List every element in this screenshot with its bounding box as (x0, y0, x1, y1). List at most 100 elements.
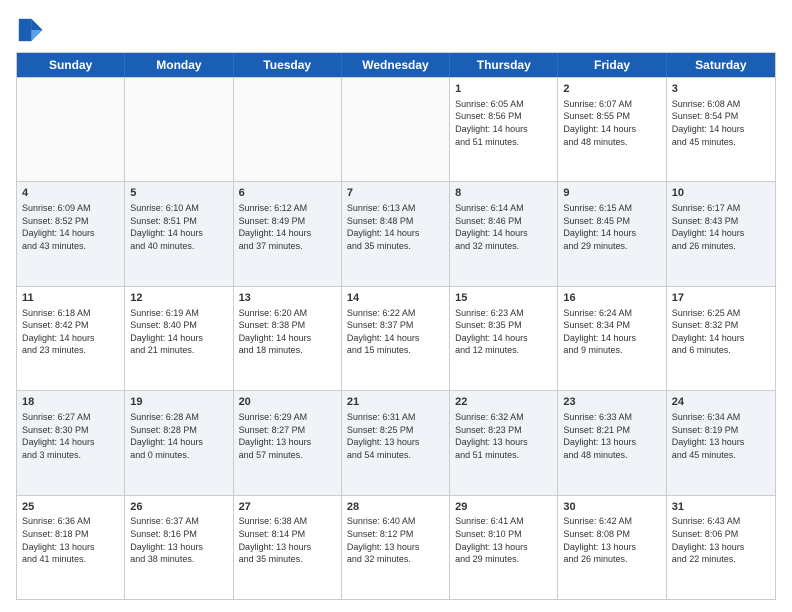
calendar-row-1: 4Sunrise: 6:09 AM Sunset: 8:52 PM Daylig… (17, 181, 775, 285)
day-number: 27 (239, 500, 336, 515)
day-info: Sunrise: 6:13 AM Sunset: 8:48 PM Dayligh… (347, 202, 444, 252)
day-number: 30 (563, 500, 660, 515)
calendar-cell: 1Sunrise: 6:05 AM Sunset: 8:56 PM Daylig… (450, 78, 558, 181)
calendar-cell: 19Sunrise: 6:28 AM Sunset: 8:28 PM Dayli… (125, 391, 233, 494)
day-number: 3 (672, 82, 770, 97)
header-day-wednesday: Wednesday (342, 53, 450, 77)
day-number: 25 (22, 500, 119, 515)
calendar-cell: 23Sunrise: 6:33 AM Sunset: 8:21 PM Dayli… (558, 391, 666, 494)
day-info: Sunrise: 6:10 AM Sunset: 8:51 PM Dayligh… (130, 202, 227, 252)
day-number: 12 (130, 291, 227, 306)
day-info: Sunrise: 6:17 AM Sunset: 8:43 PM Dayligh… (672, 202, 770, 252)
day-info: Sunrise: 6:43 AM Sunset: 8:06 PM Dayligh… (672, 515, 770, 565)
day-number: 4 (22, 186, 119, 201)
calendar-cell: 13Sunrise: 6:20 AM Sunset: 8:38 PM Dayli… (234, 287, 342, 390)
calendar-cell: 9Sunrise: 6:15 AM Sunset: 8:45 PM Daylig… (558, 182, 666, 285)
calendar-cell: 10Sunrise: 6:17 AM Sunset: 8:43 PM Dayli… (667, 182, 775, 285)
calendar-body: 1Sunrise: 6:05 AM Sunset: 8:56 PM Daylig… (17, 77, 775, 599)
day-number: 29 (455, 500, 552, 515)
day-number: 19 (130, 395, 227, 410)
header-day-saturday: Saturday (667, 53, 775, 77)
calendar-cell: 8Sunrise: 6:14 AM Sunset: 8:46 PM Daylig… (450, 182, 558, 285)
day-info: Sunrise: 6:25 AM Sunset: 8:32 PM Dayligh… (672, 307, 770, 357)
calendar-cell: 27Sunrise: 6:38 AM Sunset: 8:14 PM Dayli… (234, 496, 342, 599)
day-info: Sunrise: 6:23 AM Sunset: 8:35 PM Dayligh… (455, 307, 552, 357)
day-number: 2 (563, 82, 660, 97)
header-day-tuesday: Tuesday (234, 53, 342, 77)
day-info: Sunrise: 6:24 AM Sunset: 8:34 PM Dayligh… (563, 307, 660, 357)
day-info: Sunrise: 6:15 AM Sunset: 8:45 PM Dayligh… (563, 202, 660, 252)
day-number: 9 (563, 186, 660, 201)
day-number: 5 (130, 186, 227, 201)
day-number: 24 (672, 395, 770, 410)
calendar-cell (234, 78, 342, 181)
day-number: 18 (22, 395, 119, 410)
calendar-cell: 16Sunrise: 6:24 AM Sunset: 8:34 PM Dayli… (558, 287, 666, 390)
day-info: Sunrise: 6:08 AM Sunset: 8:54 PM Dayligh… (672, 98, 770, 148)
day-number: 28 (347, 500, 444, 515)
logo-icon (16, 16, 44, 44)
day-number: 13 (239, 291, 336, 306)
calendar-cell: 25Sunrise: 6:36 AM Sunset: 8:18 PM Dayli… (17, 496, 125, 599)
day-info: Sunrise: 6:32 AM Sunset: 8:23 PM Dayligh… (455, 411, 552, 461)
day-number: 17 (672, 291, 770, 306)
day-number: 22 (455, 395, 552, 410)
calendar-header: SundayMondayTuesdayWednesdayThursdayFrid… (17, 53, 775, 77)
day-info: Sunrise: 6:33 AM Sunset: 8:21 PM Dayligh… (563, 411, 660, 461)
calendar-cell: 24Sunrise: 6:34 AM Sunset: 8:19 PM Dayli… (667, 391, 775, 494)
header-day-sunday: Sunday (17, 53, 125, 77)
calendar-cell: 18Sunrise: 6:27 AM Sunset: 8:30 PM Dayli… (17, 391, 125, 494)
day-info: Sunrise: 6:31 AM Sunset: 8:25 PM Dayligh… (347, 411, 444, 461)
day-info: Sunrise: 6:29 AM Sunset: 8:27 PM Dayligh… (239, 411, 336, 461)
day-number: 10 (672, 186, 770, 201)
calendar-cell: 22Sunrise: 6:32 AM Sunset: 8:23 PM Dayli… (450, 391, 558, 494)
calendar-cell: 4Sunrise: 6:09 AM Sunset: 8:52 PM Daylig… (17, 182, 125, 285)
calendar-cell: 26Sunrise: 6:37 AM Sunset: 8:16 PM Dayli… (125, 496, 233, 599)
day-number: 11 (22, 291, 119, 306)
logo (16, 16, 48, 44)
calendar-cell: 6Sunrise: 6:12 AM Sunset: 8:49 PM Daylig… (234, 182, 342, 285)
day-info: Sunrise: 6:28 AM Sunset: 8:28 PM Dayligh… (130, 411, 227, 461)
day-info: Sunrise: 6:41 AM Sunset: 8:10 PM Dayligh… (455, 515, 552, 565)
calendar-cell: 17Sunrise: 6:25 AM Sunset: 8:32 PM Dayli… (667, 287, 775, 390)
calendar-cell (342, 78, 450, 181)
calendar-cell: 11Sunrise: 6:18 AM Sunset: 8:42 PM Dayli… (17, 287, 125, 390)
day-number: 14 (347, 291, 444, 306)
day-info: Sunrise: 6:19 AM Sunset: 8:40 PM Dayligh… (130, 307, 227, 357)
calendar-row-2: 11Sunrise: 6:18 AM Sunset: 8:42 PM Dayli… (17, 286, 775, 390)
calendar-cell: 3Sunrise: 6:08 AM Sunset: 8:54 PM Daylig… (667, 78, 775, 181)
day-info: Sunrise: 6:14 AM Sunset: 8:46 PM Dayligh… (455, 202, 552, 252)
day-info: Sunrise: 6:40 AM Sunset: 8:12 PM Dayligh… (347, 515, 444, 565)
day-number: 16 (563, 291, 660, 306)
day-number: 6 (239, 186, 336, 201)
header-day-thursday: Thursday (450, 53, 558, 77)
day-number: 8 (455, 186, 552, 201)
calendar-cell: 28Sunrise: 6:40 AM Sunset: 8:12 PM Dayli… (342, 496, 450, 599)
day-info: Sunrise: 6:22 AM Sunset: 8:37 PM Dayligh… (347, 307, 444, 357)
day-number: 7 (347, 186, 444, 201)
day-info: Sunrise: 6:12 AM Sunset: 8:49 PM Dayligh… (239, 202, 336, 252)
day-info: Sunrise: 6:38 AM Sunset: 8:14 PM Dayligh… (239, 515, 336, 565)
calendar-cell (17, 78, 125, 181)
calendar-cell: 20Sunrise: 6:29 AM Sunset: 8:27 PM Dayli… (234, 391, 342, 494)
calendar-cell: 14Sunrise: 6:22 AM Sunset: 8:37 PM Dayli… (342, 287, 450, 390)
day-info: Sunrise: 6:36 AM Sunset: 8:18 PM Dayligh… (22, 515, 119, 565)
calendar-cell: 29Sunrise: 6:41 AM Sunset: 8:10 PM Dayli… (450, 496, 558, 599)
day-info: Sunrise: 6:20 AM Sunset: 8:38 PM Dayligh… (239, 307, 336, 357)
day-number: 26 (130, 500, 227, 515)
calendar-cell: 5Sunrise: 6:10 AM Sunset: 8:51 PM Daylig… (125, 182, 233, 285)
calendar-cell: 7Sunrise: 6:13 AM Sunset: 8:48 PM Daylig… (342, 182, 450, 285)
calendar-cell: 21Sunrise: 6:31 AM Sunset: 8:25 PM Dayli… (342, 391, 450, 494)
calendar-row-3: 18Sunrise: 6:27 AM Sunset: 8:30 PM Dayli… (17, 390, 775, 494)
calendar-cell: 31Sunrise: 6:43 AM Sunset: 8:06 PM Dayli… (667, 496, 775, 599)
calendar-cell (125, 78, 233, 181)
day-info: Sunrise: 6:05 AM Sunset: 8:56 PM Dayligh… (455, 98, 552, 148)
day-info: Sunrise: 6:34 AM Sunset: 8:19 PM Dayligh… (672, 411, 770, 461)
header-day-monday: Monday (125, 53, 233, 77)
header-day-friday: Friday (558, 53, 666, 77)
day-number: 1 (455, 82, 552, 97)
page-header (16, 16, 776, 44)
day-info: Sunrise: 6:07 AM Sunset: 8:55 PM Dayligh… (563, 98, 660, 148)
day-info: Sunrise: 6:42 AM Sunset: 8:08 PM Dayligh… (563, 515, 660, 565)
calendar-cell: 30Sunrise: 6:42 AM Sunset: 8:08 PM Dayli… (558, 496, 666, 599)
